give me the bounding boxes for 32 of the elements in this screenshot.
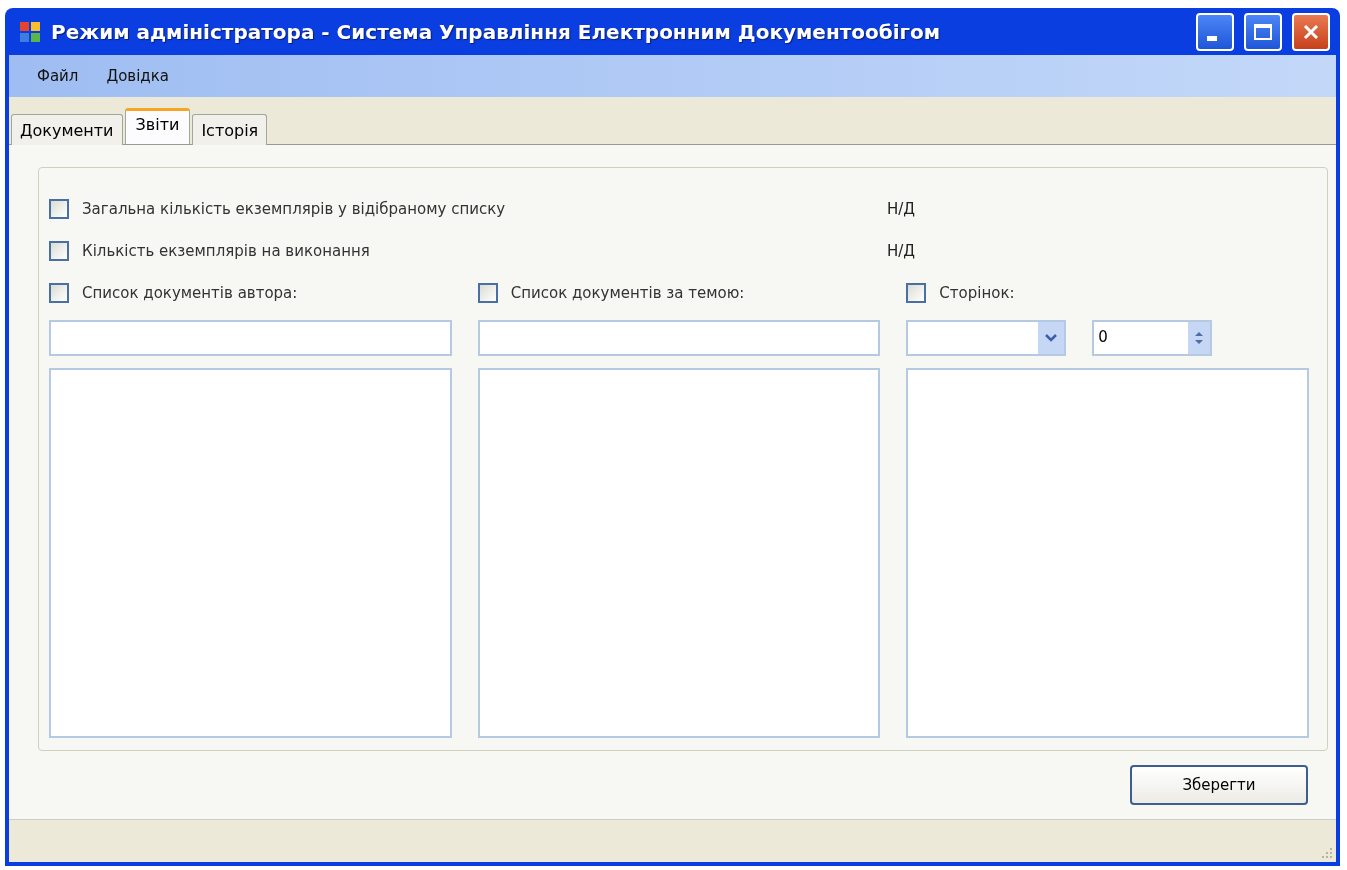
- total-value: Н/Д: [887, 200, 917, 218]
- menu-item[interactable]: Файл: [37, 67, 79, 85]
- minimize-icon: [1207, 36, 1217, 41]
- checkbox-label: Список документів за темою:: [510, 284, 745, 302]
- checkbox-label: Кількість екземплярів на виконання: [82, 242, 370, 260]
- maximize-icon: [1253, 22, 1273, 41]
- checkbox-label: Загальна кількість екземплярів у відібраному списку: [82, 200, 506, 218]
- minimize-button[interactable]: [1196, 12, 1234, 51]
- resize-grip-icon: [1321, 847, 1333, 859]
- window-title: Режим адміністратора - Система Управління Електронним Документообігом: [51, 19, 942, 44]
- checkbox-label: Список документів автора:: [82, 284, 298, 302]
- up-down-arrows-icon: [1194, 330, 1205, 346]
- filter-field[interactable]: [477, 320, 881, 356]
- checkbox[interactable]: [477, 283, 498, 303]
- checkbox[interactable]: [906, 283, 927, 303]
- checkbox[interactable]: [49, 283, 69, 303]
- filter-field[interactable]: [49, 320, 452, 356]
- total-value: Н/Д: [887, 242, 917, 260]
- tab[interactable]: Звіти: [124, 108, 191, 144]
- checkbox[interactable]: [49, 241, 69, 261]
- app-icon: [19, 20, 41, 43]
- checkbox[interactable]: [49, 199, 69, 219]
- close-button[interactable]: [1292, 12, 1330, 51]
- save-button[interactable]: Зберегти: [1130, 765, 1308, 805]
- tab[interactable]: Історія: [192, 114, 268, 145]
- checkbox-label: Сторінок:: [939, 284, 1015, 302]
- maximize-button[interactable]: [1244, 12, 1282, 51]
- chevron-down-icon: [1045, 334, 1058, 342]
- number-spinner[interactable]: 0: [1092, 320, 1213, 356]
- menu-item[interactable]: Довідка: [106, 67, 169, 85]
- tab[interactable]: Документи: [11, 114, 123, 145]
- close-icon: [1302, 22, 1320, 41]
